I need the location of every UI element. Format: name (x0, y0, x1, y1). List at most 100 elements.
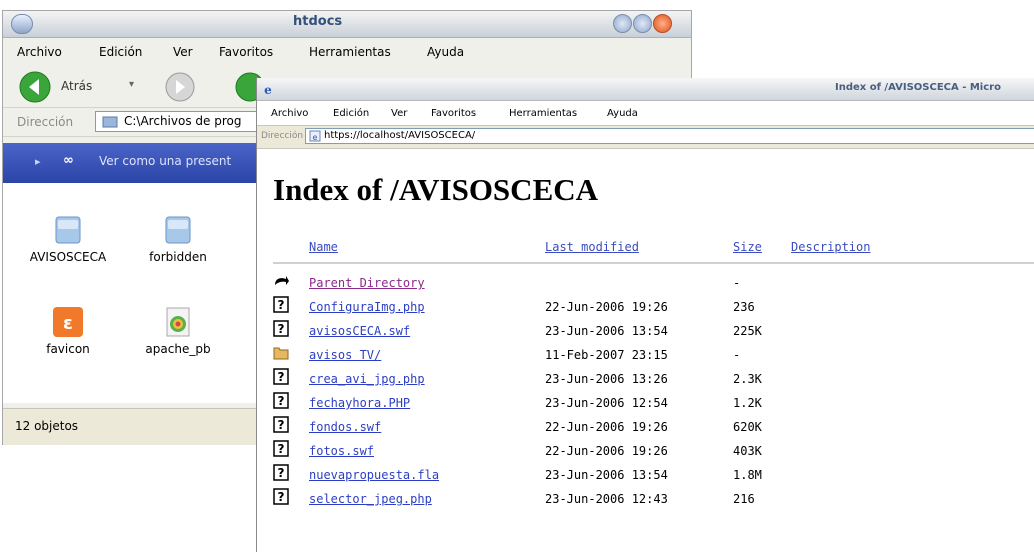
file-item-label: favicon (46, 342, 90, 356)
drive-icon (102, 116, 118, 128)
file-size: 620K (733, 420, 762, 434)
url-value: https://localhost/AVISOSCECA/ (324, 130, 476, 141)
column-size-link[interactable]: Size (733, 240, 762, 254)
file-link[interactable]: Parent Directory (309, 276, 425, 290)
svg-text:?: ? (278, 466, 285, 480)
browser-titlebar[interactable]: e Index of /AVISOSCECA - Micro (257, 78, 1034, 101)
browser-address-bar: Dirección e https://localhost/AVISOSCECA… (257, 125, 1034, 149)
table-row: Parent Directory - (257, 272, 1034, 296)
file-link[interactable]: fechayhora.PHP (309, 396, 410, 410)
column-name-link[interactable]: Name (309, 240, 338, 254)
file-item[interactable]: apache_pb (123, 305, 233, 356)
explorer-menubar: Archivo Edición Ver Favoritos Herramient… (3, 38, 691, 65)
explorer-title: htdocs (293, 14, 343, 29)
menu-ver[interactable]: Ver (173, 45, 193, 59)
table-row: ? ConfiguraImg.php 22-Jun-2006 19:26 236 (257, 296, 1034, 320)
menu-edicion[interactable]: Edición (333, 108, 369, 119)
maximize-icon[interactable] (633, 14, 652, 33)
file-item-label: apache_pb (145, 342, 211, 356)
file-link[interactable]: fotos.swf (309, 444, 374, 458)
table-row: ? fotos.swf 22-Jun-2006 19:26 403K (257, 440, 1034, 464)
file-item[interactable]: forbidden (123, 213, 233, 264)
xampp-icon: ε (53, 307, 83, 337)
file-size: 225K (733, 324, 762, 338)
table-row: ? selector_jpeg.php 23-Jun-2006 12:43 21… (257, 488, 1034, 512)
file-size: - (733, 276, 741, 290)
file-link[interactable]: crea_avi_jpg.php (309, 372, 425, 386)
file-item[interactable]: AVISOSCECA (13, 213, 123, 264)
svg-text:?: ? (278, 298, 285, 312)
file-link[interactable]: avisosCECA.swf (309, 324, 410, 338)
menu-ver[interactable]: Ver (391, 108, 407, 119)
play-icon[interactable]: ▸ (35, 155, 41, 168)
explorer-titlebar[interactable]: htdocs (3, 11, 691, 38)
file-modified: 23-Jun-2006 13:54 (545, 324, 668, 338)
status-text: 12 objetos (15, 419, 79, 433)
table-row: ? avisosCECA.swf 23-Jun-2006 13:54 225K (257, 320, 1034, 344)
svg-text:?: ? (278, 442, 285, 456)
table-row: ? nuevapropuesta.fla 23-Jun-2006 13:54 1… (257, 464, 1034, 488)
minimize-icon[interactable] (613, 14, 632, 33)
menu-ayuda[interactable]: Ayuda (427, 45, 464, 59)
file-item-label: AVISOSCECA (29, 250, 107, 264)
menu-archivo[interactable]: Archivo (271, 108, 308, 119)
back-dropdown-icon[interactable]: ▾ (129, 79, 134, 90)
file-modified: 11-Feb-2007 23:15 (545, 348, 668, 362)
file-link[interactable]: selector_jpeg.php (309, 492, 432, 506)
page-title: Index of /AVISOSCECA (273, 172, 599, 207)
address-label: Dirección (261, 131, 304, 141)
file-modified: 22-Jun-2006 19:26 (545, 420, 668, 434)
menu-herramientas[interactable]: Herramientas (309, 45, 391, 59)
menu-edicion[interactable]: Edición (99, 45, 142, 59)
file-size: 236 (733, 300, 755, 314)
svg-text:?: ? (278, 322, 285, 336)
file-item-label: forbidden (149, 250, 207, 264)
file-size: 2.3K (733, 372, 762, 386)
file-modified: 23-Jun-2006 12:54 (545, 396, 668, 410)
unknown-file-icon: ? (273, 416, 289, 433)
file-modified: 23-Jun-2006 13:54 (545, 468, 668, 482)
back-button[interactable]: Atrás ▾ (19, 71, 159, 103)
menu-herramientas[interactable]: Herramientas (509, 108, 577, 119)
view-slideshow-link[interactable]: Ver como una present (99, 154, 231, 168)
unknown-file-icon: ? (273, 320, 289, 337)
table-row: ? fondos.swf 22-Jun-2006 19:26 620K (257, 416, 1034, 440)
forward-button[interactable] (165, 72, 195, 102)
file-item[interactable]: ε favicon (13, 305, 123, 356)
menu-archivo[interactable]: Archivo (17, 45, 62, 59)
file-size: 403K (733, 444, 762, 458)
menu-ayuda[interactable]: Ayuda (607, 108, 638, 119)
svg-text:e: e (313, 133, 318, 142)
file-modified: 22-Jun-2006 19:26 (545, 300, 668, 314)
page-icon: e (309, 130, 321, 142)
back-label: Atrás (61, 79, 93, 93)
folder-icon (273, 347, 289, 360)
file-link[interactable]: nuevapropuesta.fla (309, 468, 439, 482)
table-row: ? fechayhora.PHP 23-Jun-2006 12:54 1.2K (257, 392, 1034, 416)
file-size: 1.2K (733, 396, 762, 410)
header-divider (273, 262, 1034, 264)
browser-title: Index of /AVISOSCECA - Micro (835, 82, 1001, 93)
menu-favoritos[interactable]: Favoritos (219, 45, 273, 59)
url-field[interactable]: e https://localhost/AVISOSCECA/ (305, 128, 1034, 144)
file-size: - (733, 348, 741, 362)
column-description-link[interactable]: Description (791, 240, 870, 254)
file-size: 216 (733, 492, 755, 506)
unknown-file-icon: ? (273, 488, 289, 505)
address-value: C:\Archivos de prog (124, 114, 242, 128)
unknown-file-icon: ? (273, 392, 289, 409)
table-row: ? crea_avi_jpg.php 23-Jun-2006 13:26 2.3… (257, 368, 1034, 392)
file-link[interactable]: avisos TV/ (309, 348, 381, 362)
browser-menubar: Archivo Edición Ver Favoritos Herramient… (257, 101, 1034, 125)
close-icon[interactable] (653, 14, 672, 33)
image-icon (166, 307, 190, 337)
svg-text:?: ? (278, 490, 285, 504)
file-modified: 23-Jun-2006 13:26 (545, 372, 668, 386)
unknown-file-icon: ? (273, 368, 289, 385)
unknown-file-icon: ? (273, 464, 289, 481)
column-modified-link[interactable]: Last modified (545, 240, 639, 254)
file-size: 1.8M (733, 468, 762, 482)
menu-favoritos[interactable]: Favoritos (431, 108, 476, 119)
file-link[interactable]: ConfiguraImg.php (309, 300, 425, 314)
file-link[interactable]: fondos.swf (309, 420, 381, 434)
